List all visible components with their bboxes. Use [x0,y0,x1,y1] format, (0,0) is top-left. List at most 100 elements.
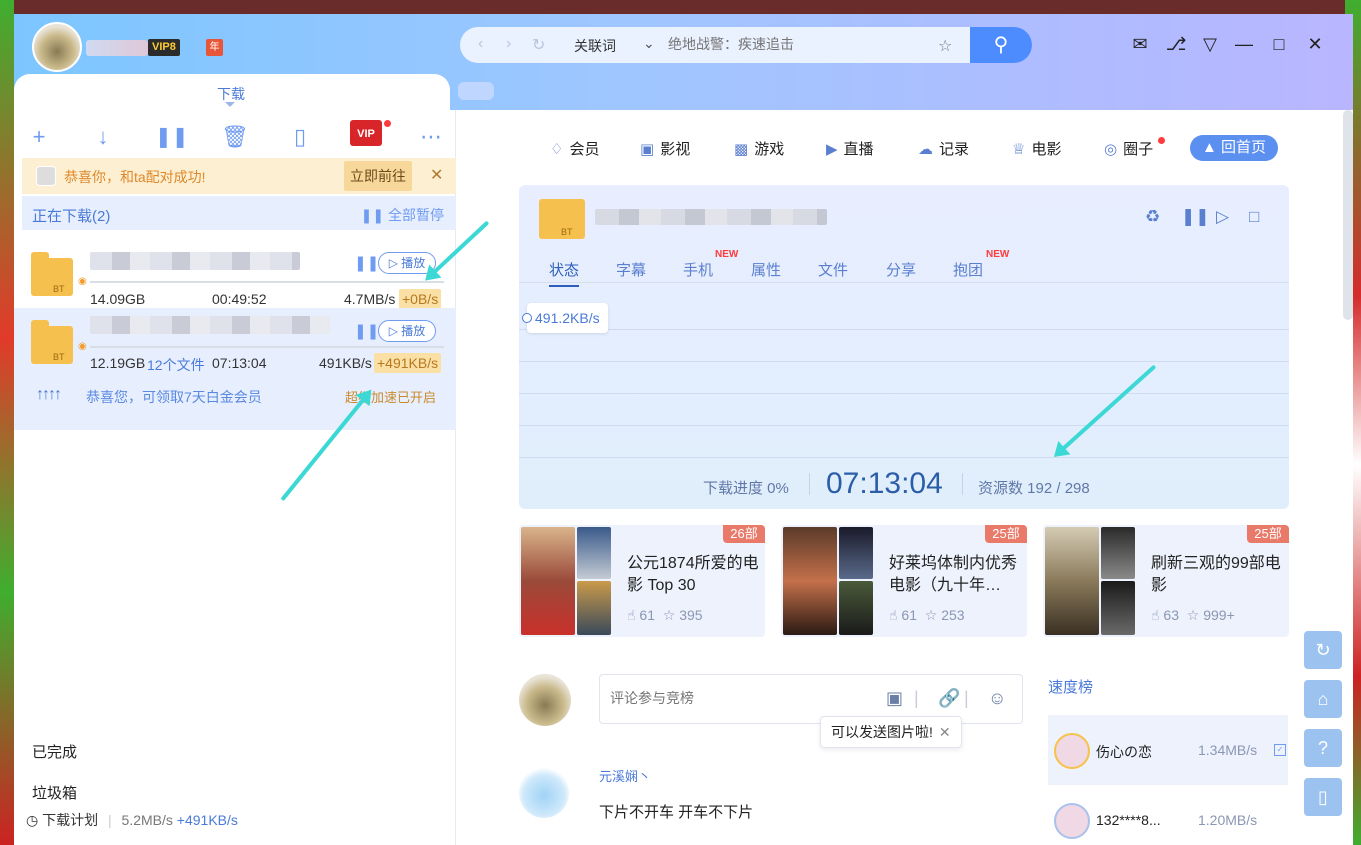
play-icon[interactable]: ▷ [1216,207,1229,227]
screen-cast-icon[interactable]: □ [1249,207,1259,227]
menu-icon[interactable]: ▽ [1198,34,1222,55]
download-plan-link[interactable]: 下载计划 [42,812,98,828]
search-input[interactable] [668,36,928,52]
chevron-down-icon[interactable]: ⌄ [643,35,655,52]
comment-input[interactable] [610,690,870,706]
nav-item-member[interactable]: ♢ 会员 [550,138,599,159]
collection-title: 好莱坞体制内优秀电影（九十年… [889,555,1018,594]
trash-link[interactable]: 垃圾箱 [32,782,77,803]
search-type-select[interactable]: 关联词 [574,36,616,56]
tab-download-label: 下载 [217,86,245,102]
ranking-row[interactable]: 伤心の恋 1.34MB/s ✓ [1048,715,1288,785]
circle-icon: ◎ [1104,141,1118,158]
bookmark-star-icon[interactable]: ☆ [938,36,952,56]
home-tool-button[interactable]: ⌂ [1304,680,1342,718]
tab-mobile[interactable]: 手机 [683,259,713,280]
nav-label: 游戏 [754,141,785,158]
nav-item-movies[interactable]: ♕ 电影 [1012,138,1061,159]
commenter-name[interactable]: 元溪娴丶 [599,766,651,785]
divider: | [914,688,919,708]
new-tab-button[interactable] [458,82,494,100]
refresh-tool-button[interactable]: ↻ [1304,631,1342,669]
like-count: 63 [1163,607,1179,623]
recycle-icon[interactable]: ♻ [1145,207,1160,227]
recommendation-card[interactable]: 25部 好莱坞体制内优秀电影（九十年… ☝ 61 ☆ 253 [781,525,1027,637]
tab-status[interactable]: 状态 [549,259,580,287]
search-bar: ‹ › ↻ 关联词 ⌄ ☆ ⚲ [460,27,1032,63]
play-button[interactable]: ▷ 播放 [378,320,436,342]
refresh-icon[interactable]: ↻ [532,35,545,55]
link-icon[interactable]: 🔗 [938,688,960,709]
pause-icon[interactable]: ❚❚ [155,124,189,149]
verified-icon: ✓ [1274,744,1286,756]
task-file-count[interactable]: 12个文件 [147,355,205,375]
notification-dot [384,120,391,127]
user-avatar[interactable] [32,22,82,72]
comment-text: 下片不开车 开车不下片 [599,804,754,821]
maximize-icon[interactable]: □ [1267,34,1291,55]
promo-vip-link[interactable]: 恭喜您，可领取7天白金会员 [86,387,262,407]
ranking-row[interactable]: 132****8... 1.20MB/s [1048,785,1288,845]
image-upload-icon[interactable]: ▣ [886,688,903,709]
tab-files[interactable]: 文件 [818,259,848,280]
nav-label: 影视 [660,141,691,158]
nav-item-live[interactable]: ▶ 直播 [826,138,874,159]
tab-group[interactable]: 抱团 [953,259,983,280]
recommendation-card[interactable]: 25部 刷新三观的99部电影 ☝ 63 ☆ 999+ [1043,525,1289,637]
vip-film-icon[interactable]: VIP [350,120,382,146]
skin-shirt-icon[interactable]: ⎇ [1164,34,1188,55]
task-size: 14.09GB [90,291,146,307]
total-boost: +491KB/s [176,812,238,828]
download-task-selected[interactable]: BT ❚❚ ▷ 播放 ◉ 12.19GB 12个文件 07:13:04 491K… [14,308,456,430]
emoji-icon[interactable]: ☺ [988,688,1006,709]
star-count: 253 [941,607,965,623]
mail-icon[interactable]: ✉ [1128,34,1152,55]
add-task-icon[interactable]: + [24,124,54,150]
ranking-avatar [1054,803,1090,839]
completed-link[interactable]: 已完成 [32,741,77,762]
close-icon[interactable]: ✕ [1303,34,1327,55]
download-arrow-icon[interactable]: ↓ [88,124,118,150]
task-name-blurred [90,252,300,270]
nav-item-circle[interactable]: ◎ 圈子 [1104,138,1153,159]
pause-icon[interactable]: ❚❚ [1181,207,1210,227]
notice-go-button[interactable]: 立即前往 [344,161,412,191]
help-tool-button[interactable]: ? [1304,729,1342,767]
detail-tabs: 状态 字幕 手机 NEW 属性 文件 分享 抱团 NEW [519,245,1289,287]
downloading-section-header[interactable]: 正在下载(2) ❚❚ 全部暂停 [22,196,456,230]
more-icon[interactable]: ⋯ [416,124,446,150]
pause-all-button[interactable]: ❚❚ 全部暂停 [361,205,444,225]
tab-properties[interactable]: 属性 [751,259,781,280]
vip-level-badge[interactable]: VIP8 [148,39,180,56]
chart-gridline [519,393,1289,394]
recommendation-card[interactable]: 26部 公元1874所爱的电影 Top 30 ☝ 61 ☆ 395 [519,525,765,637]
bt-folder-icon: BT [31,252,73,296]
nav-item-games[interactable]: ▩ 游戏 [734,138,784,159]
notice-avatar [36,166,56,186]
collection-stats: ☝ 61 ☆ 395 [627,607,703,624]
forward-icon[interactable]: › [506,35,511,53]
collection-title: 公元1874所爱的电影 Top 30 [627,555,759,594]
nav-item-history[interactable]: ☁ 记录 [918,138,969,159]
mobile-tool-button[interactable]: ▯ [1304,778,1342,816]
search-button[interactable]: ⚲ [970,27,1032,63]
back-icon[interactable]: ‹ [478,35,483,53]
pause-icon[interactable]: ❚❚ [354,254,379,272]
notice-banner: 恭喜你，和ta配对成功! 立即前往 ✕ [22,158,456,194]
mobile-phone-icon[interactable]: ▯ [285,124,315,150]
current-speed-label: 491.2KB/s [522,303,608,333]
delete-trash-icon[interactable]: 🗑 [220,124,250,150]
close-icon[interactable]: ✕ [939,724,951,740]
tab-share[interactable]: 分享 [886,259,916,280]
download-task[interactable]: BT ❚❚ ▷ 播放 ◉ 14.09GB 00:49:52 4.7MB/s +0… [14,238,456,310]
ranking-speed: 1.20MB/s [1198,812,1258,828]
home-button[interactable]: ▲ 回首页 [1190,135,1278,161]
commenter-avatar[interactable] [519,768,569,818]
pause-icon[interactable]: ❚❚ [354,322,379,340]
downloading-title: 正在下载(2) [32,208,111,225]
scrollbar[interactable] [1343,110,1353,320]
close-icon[interactable]: ✕ [430,165,443,185]
tab-subtitles[interactable]: 字幕 [616,259,646,280]
nav-item-video[interactable]: ▣ 影视 [640,138,690,159]
minimize-icon[interactable]: — [1232,34,1256,55]
